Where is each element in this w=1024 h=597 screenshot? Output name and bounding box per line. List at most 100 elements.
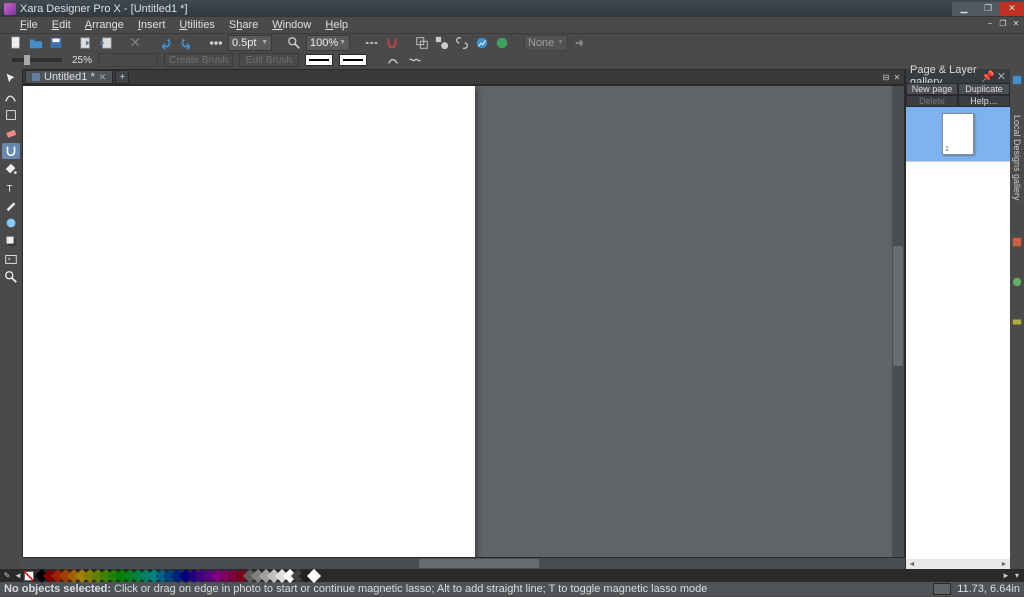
doc-close-button[interactable]: ✕ [1010,18,1022,28]
menu-file[interactable]: File [14,18,44,32]
effect-button-2[interactable] [407,52,423,68]
link-button[interactable] [454,35,470,51]
status-text: No objects selected: Click or drag on ed… [4,583,707,595]
color-scroll-right[interactable]: ► [1001,571,1011,581]
color-edit-button[interactable]: ✎ [2,571,12,581]
snap-button[interactable] [384,35,400,51]
window-minimize-button[interactable]: ▁ [952,2,976,16]
delete-button: Delete [906,95,958,107]
eraser-tool[interactable] [2,125,20,141]
edit-brush-button[interactable]: Edit Brush [239,53,299,67]
menu-help[interactable]: Help [319,18,354,32]
menu-share[interactable]: Share [223,18,264,32]
titlebar: Xara Designer Pro X - [Untitled1 *] ▁ ❐ … [0,0,1024,17]
line-style-button[interactable] [208,35,224,51]
menu-window[interactable]: Window [266,18,317,32]
page-thumbnail[interactable]: 1 [906,107,1010,162]
shapes-button[interactable] [434,35,450,51]
new-tab-button[interactable]: + [115,70,129,84]
new-button[interactable] [8,35,24,51]
doc-window-controls: − ❐ ✕ [984,18,1022,28]
panel-close-icon[interactable]: ✕ [997,70,1006,83]
web-preview-button[interactable] [494,35,510,51]
app-title: Xara Designer Pro X - [Untitled1 *] [20,3,188,15]
navigator-icon[interactable] [933,583,951,595]
color-swatch[interactable] [307,568,321,582]
line-sample-2[interactable] [339,54,367,66]
effect-button-1[interactable] [385,52,401,68]
canvas[interactable] [23,86,892,557]
zoom-combo[interactable]: 100%▼ [306,35,350,51]
content-catalog-icon[interactable] [1011,71,1023,83]
undo-button[interactable] [158,35,174,51]
nudge-combo[interactable]: None▼ [524,35,568,51]
menu-insert[interactable]: Insert [132,18,172,32]
no-color-swatch[interactable] [24,571,34,581]
window-maximize-button[interactable]: ❐ [976,2,1000,16]
tool-palette: T [0,69,22,569]
page[interactable] [23,86,475,557]
export-button[interactable] [98,35,114,51]
duplicate-button[interactable]: Duplicate [958,83,1010,95]
shape-tool[interactable] [2,107,20,123]
import-button[interactable] [78,35,94,51]
next-button[interactable] [572,35,588,51]
brush-preset[interactable] [98,53,158,67]
doc-restore-button[interactable]: ❐ [997,18,1009,28]
designs-gallery-tab[interactable]: Local Designs gallery [1011,111,1023,205]
bitmap-gallery-icon[interactable] [1011,233,1023,245]
main-toolbar: 0.5pt▼ 100%▼ None▼ [0,33,1024,51]
menu-arrange[interactable]: Arrange [79,18,130,32]
line-sample-1[interactable] [305,54,333,66]
cut-button[interactable] [128,35,144,51]
doc-minimize-button[interactable]: − [984,18,996,28]
fill-tool[interactable] [2,161,20,177]
svg-text:T: T [7,183,13,194]
feather-slider[interactable] [12,58,62,62]
menubar: File Edit Arrange Insert Utilities Share… [0,17,1024,33]
create-brush-button[interactable]: Create Brush [164,53,233,67]
slider-value: 25% [72,55,92,66]
app-logo-icon [4,3,16,15]
tab-splitter-icon[interactable]: ⊟ [881,72,891,82]
menu-utilities[interactable]: Utilities [173,18,220,32]
color-options-button[interactable]: ▾ [1012,571,1022,581]
vertical-scrollbar[interactable] [892,86,904,557]
redo-button[interactable] [178,35,194,51]
page-thumbnail-list: 1 [906,107,1010,559]
zoom-tool-button[interactable] [286,35,302,51]
window-close-button[interactable]: ✕ [1000,2,1024,16]
menu-edit[interactable]: Edit [46,18,77,32]
dash-button[interactable] [364,35,380,51]
color-scroll-left[interactable]: ◄ [13,571,23,581]
text-tool[interactable]: T [2,179,20,195]
freehand-tool[interactable] [2,89,20,105]
name-gallery-icon[interactable] [1011,313,1023,325]
statusbar: No objects selected: Click or drag on ed… [0,582,1024,596]
fill-gallery-icon[interactable] [1011,273,1023,285]
open-button[interactable] [28,35,44,51]
zoom-tool[interactable] [2,269,20,285]
doc-tab-icon [32,73,40,81]
line-width-combo[interactable]: 0.5pt▼ [228,35,272,51]
gallery-tabs: Local Designs gallery [1010,69,1024,569]
info-toolbar: 25% Create Brush Edit Brush [0,51,1024,69]
tab-close-icon[interactable]: ✕ [892,72,902,82]
horizontal-scrollbar[interactable] [22,558,905,569]
pen-tool[interactable] [2,197,20,213]
magnetic-lasso-tool[interactable] [2,143,20,159]
gallery-header[interactable]: Page & Layer gallery 📌✕ [906,69,1010,83]
preview-button[interactable] [474,35,490,51]
group-button[interactable] [414,35,430,51]
panel-pin-icon[interactable]: 📌 [981,70,995,83]
doc-tab-close-icon[interactable]: ✕ [99,72,107,83]
shadow-tool[interactable] [2,233,20,249]
photo-tool[interactable] [2,251,20,267]
save-button[interactable] [48,35,64,51]
panel-help-button[interactable]: Help… [958,95,1010,107]
transparency-tool[interactable] [2,215,20,231]
selector-tool[interactable] [2,71,20,87]
panel-scrollbar[interactable]: ◄► [906,559,1010,569]
new-page-button[interactable]: New page [906,83,958,95]
doc-tab[interactable]: Untitled1 * ✕ [25,70,113,84]
